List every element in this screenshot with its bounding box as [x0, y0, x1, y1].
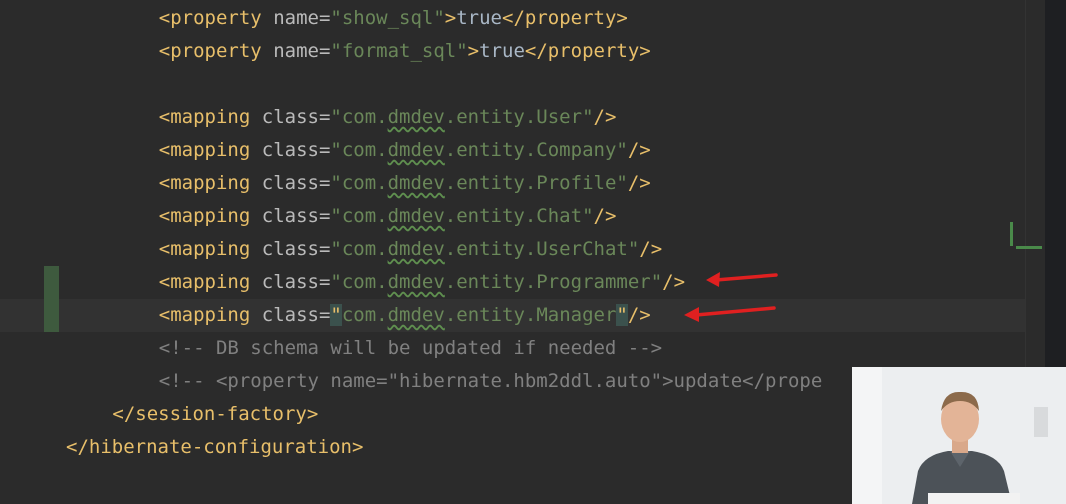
- gutter-added-line-marker: [44, 266, 59, 299]
- presenter-webcam-overlay: [852, 367, 1066, 504]
- code-token: dmdev: [387, 238, 445, 260]
- code-token: "com.: [330, 238, 388, 260]
- code-token: </property>: [524, 40, 651, 62]
- code-token: class=: [261, 271, 331, 293]
- code-line[interactable]: <mapping class="com.dmdev.entity.UserCha…: [159, 233, 662, 266]
- code-line[interactable]: <property name="show_sql">true</property…: [159, 2, 628, 35]
- code-line[interactable]: <property name="format_sql">true</proper…: [159, 35, 651, 68]
- code-token: name=: [273, 7, 331, 29]
- code-token: <mapping: [158, 304, 262, 326]
- code-token: class=: [261, 205, 331, 227]
- gutter-added-line-marker: [44, 299, 59, 332]
- code-token: "com.: [330, 139, 388, 161]
- code-token: ": [330, 304, 342, 326]
- code-token: class=: [261, 172, 331, 194]
- code-token: />: [593, 205, 617, 227]
- code-token: >: [467, 40, 480, 62]
- code-token: <mapping: [158, 106, 262, 128]
- code-line[interactable]: <!-- DB schema will be updated if needed…: [159, 332, 662, 365]
- code-token: />: [627, 304, 651, 326]
- code-token: <property: [158, 7, 274, 29]
- code-token: class=: [261, 106, 331, 128]
- code-token: />: [662, 271, 686, 293]
- code-token: "show_sql": [330, 7, 445, 29]
- code-token: "com.: [330, 172, 388, 194]
- presenter-video-feed-icon: [852, 367, 1066, 504]
- code-token: dmdev: [387, 205, 445, 227]
- scrollbar-change-marker: [1010, 222, 1013, 246]
- code-token: name=: [273, 40, 331, 62]
- code-token: dmdev: [387, 139, 445, 161]
- code-token: .entity.User": [444, 106, 594, 128]
- code-token: <mapping: [158, 238, 262, 260]
- code-token: <!-- <property name="hibernate.hbm2ddl.a…: [158, 370, 823, 392]
- code-line[interactable]: </session-factory>: [112, 398, 318, 431]
- code-token: dmdev: [387, 304, 445, 326]
- code-token: </property>: [502, 7, 628, 29]
- code-token: />: [627, 172, 651, 194]
- code-token: />: [627, 139, 651, 161]
- code-token: <property: [158, 40, 274, 62]
- code-token: dmdev: [387, 172, 445, 194]
- code-token: <!-- DB schema will be updated if needed…: [158, 337, 663, 359]
- code-token: />: [593, 106, 617, 128]
- code-line[interactable]: <mapping class="com.dmdev.entity.User"/>: [159, 101, 617, 134]
- code-token: dmdev: [387, 271, 445, 293]
- code-line[interactable]: <mapping class="com.dmdev.entity.Program…: [159, 266, 685, 299]
- code-token: <mapping: [158, 271, 262, 293]
- code-token: class=: [261, 238, 331, 260]
- code-line[interactable]: <mapping class="com.dmdev.entity.Manager…: [159, 299, 651, 332]
- code-token: class=: [261, 139, 331, 161]
- code-line[interactable]: <!-- <property name="hibernate.hbm2ddl.a…: [159, 365, 822, 398]
- red-arrow-icon: [706, 272, 778, 287]
- editor-scrollbar[interactable]: [1025, 0, 1046, 380]
- code-token: .entity.Company": [444, 139, 628, 161]
- code-line[interactable]: <mapping class="com.dmdev.entity.Chat"/>: [159, 200, 617, 233]
- code-token: <mapping: [158, 205, 262, 227]
- scrollbar-change-marker-horizontal: [1016, 246, 1042, 249]
- code-token: </hibernate-configuration>: [66, 436, 364, 458]
- code-token: com.: [341, 304, 388, 326]
- code-token: .entity.Manager: [444, 304, 617, 326]
- code-token: "com.: [330, 271, 388, 293]
- code-line[interactable]: <mapping class="com.dmdev.entity.Profile…: [159, 167, 651, 200]
- code-token: .entity.UserChat": [444, 238, 640, 260]
- code-line[interactable]: <mapping class="com.dmdev.entity.Company…: [159, 134, 651, 167]
- code-token: "format_sql": [330, 40, 468, 62]
- code-token: class=: [261, 304, 331, 326]
- code-token: true: [456, 7, 502, 29]
- code-token: "com.: [330, 205, 388, 227]
- code-token: .entity.Profile": [444, 172, 628, 194]
- code-token: "com.: [330, 106, 388, 128]
- red-arrow-icon: [684, 306, 776, 322]
- code-token: />: [639, 238, 663, 260]
- code-token: .entity.Chat": [444, 205, 594, 227]
- code-token: true: [479, 40, 525, 62]
- code-token: dmdev: [387, 106, 445, 128]
- code-token: >: [444, 7, 457, 29]
- code-token: </session-factory>: [112, 403, 319, 425]
- code-token: <mapping: [158, 139, 262, 161]
- code-token: .entity.Programmer": [444, 271, 663, 293]
- code-line[interactable]: </hibernate-configuration>: [66, 431, 363, 464]
- code-token: ": [616, 304, 628, 326]
- code-token: <mapping: [158, 172, 262, 194]
